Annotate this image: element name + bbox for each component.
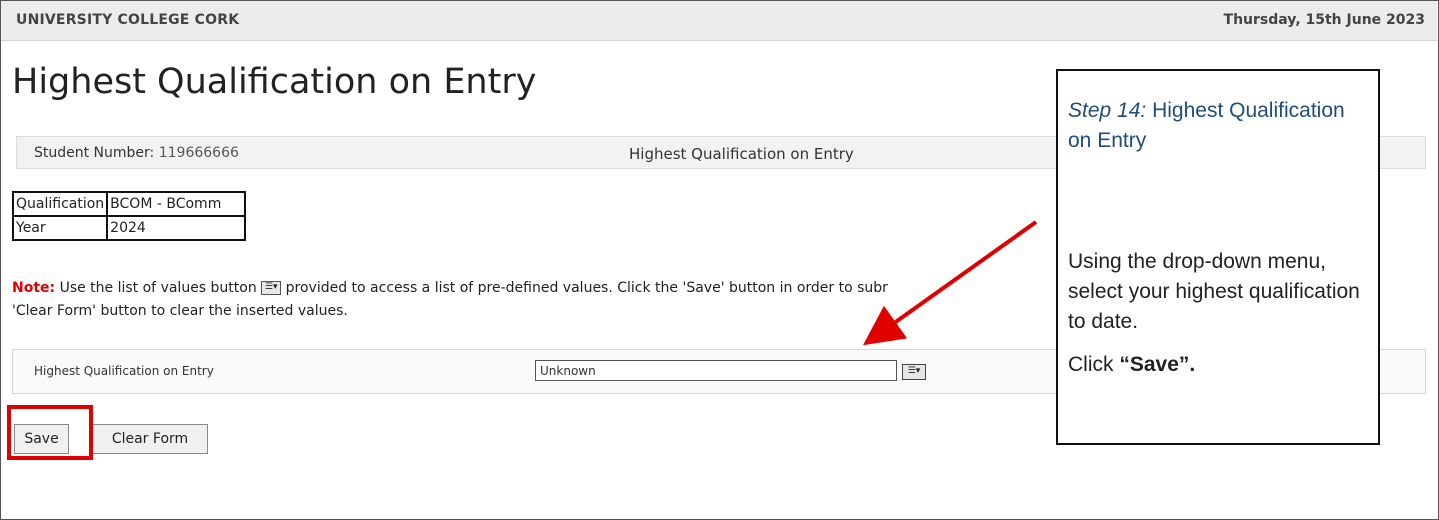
list-of-values-icon[interactable]: ☰▾: [902, 364, 926, 380]
qualification-summary-table: Qualification BCOM - BComm Year 2024: [11, 191, 247, 241]
current-date: Thursday, 15th June 2023: [1223, 12, 1425, 28]
note-text-1: Use the list of values button: [59, 280, 257, 296]
callout-click-instruction: Click “Save”.: [1068, 353, 1195, 377]
table-row: Year 2024: [11, 215, 247, 241]
callout-heading: Step 14: Highest Qualification on Entry: [1068, 96, 1368, 156]
section-title: Highest Qualification on Entry: [629, 145, 854, 163]
save-highlight-box: [7, 405, 93, 460]
note-label: Note:: [12, 280, 56, 296]
note-text-3: 'Clear Form' button to clear the inserte…: [12, 303, 348, 319]
student-number: Student Number: 119666666: [34, 145, 239, 161]
student-number-value: 119666666: [158, 145, 239, 161]
row-label: Qualification: [11, 191, 109, 217]
list-of-values-icon: ☰▾: [261, 281, 282, 295]
note-text-2: provided to access a list of pre-defined…: [285, 280, 888, 296]
highest-qualification-input[interactable]: [535, 360, 897, 381]
row-value: 2024: [106, 215, 247, 241]
row-value: BCOM - BComm: [106, 191, 247, 217]
callout-click-prefix: Click: [1068, 353, 1114, 376]
student-number-label: Student Number:: [34, 145, 155, 161]
field-label: Highest Qualification on Entry: [34, 364, 214, 378]
page-title: Highest Qualification on Entry: [12, 62, 537, 102]
university-name: UNIVERSITY COLLEGE CORK: [16, 12, 240, 28]
callout-click-target: “Save”.: [1119, 353, 1196, 376]
table-row: Qualification BCOM - BComm: [11, 191, 247, 217]
row-label: Year: [11, 215, 109, 241]
clear-form-button[interactable]: Clear Form: [92, 424, 208, 454]
instruction-callout: Step 14: Highest Qualification on Entry …: [1056, 69, 1380, 445]
callout-step: Step 14:: [1068, 99, 1147, 122]
top-bar: UNIVERSITY COLLEGE CORK Thursday, 15th J…: [1, 1, 1437, 41]
callout-body: Using the drop-down menu, select your hi…: [1068, 250, 1360, 333]
